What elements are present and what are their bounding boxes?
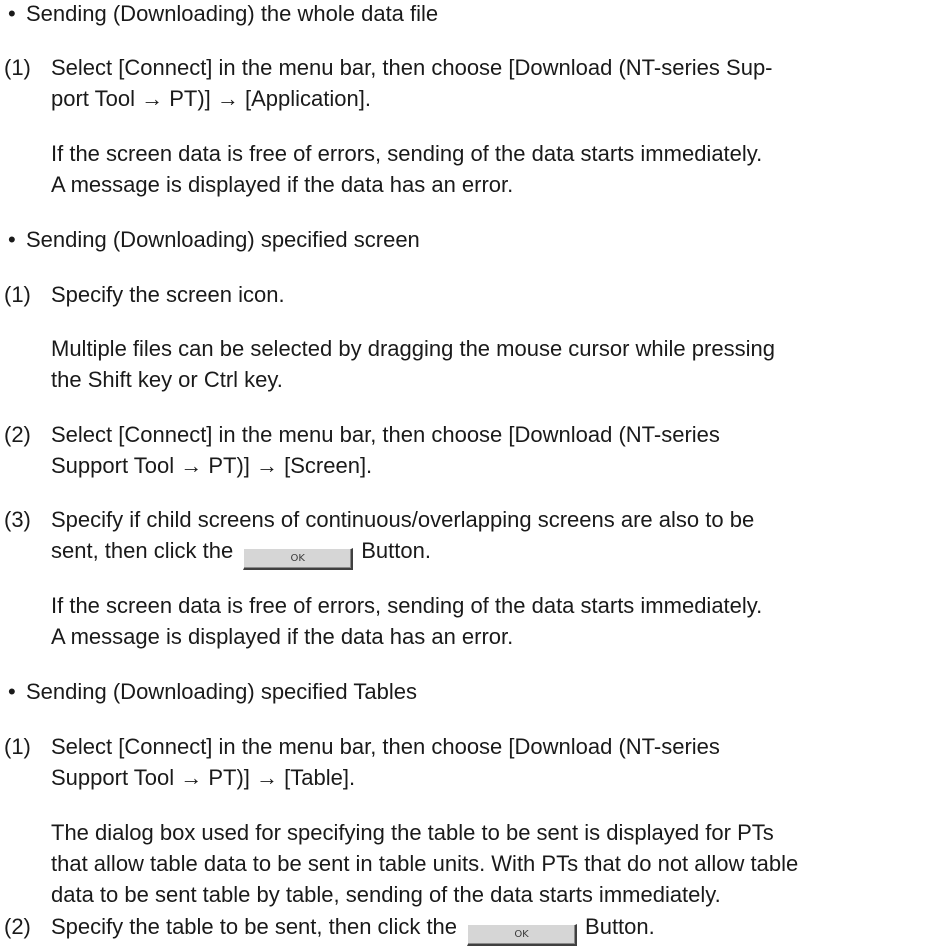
step-number: (3) [4, 507, 31, 532]
note-line: that allow table data to be sent in tabl… [51, 851, 799, 876]
note-line: A message is displayed if the data has a… [51, 172, 514, 197]
step-text-after-button: Button. [361, 538, 431, 563]
step-line-with-button: Specify the table to be sent, then click… [51, 914, 655, 946]
step-text-before-button: sent, then click the [51, 538, 234, 563]
note-line: The dialog box used for specifying the t… [51, 820, 774, 845]
step-number: (1) [4, 734, 31, 759]
step-line: Specify the screen icon. [51, 282, 285, 307]
ok-button[interactable]: OK [243, 548, 354, 570]
step-line: Support Tool → PT)] → [Table]. [51, 765, 356, 790]
note-line: data to be sent table by table, sending … [51, 882, 721, 907]
step-number: (1) [4, 55, 31, 80]
step-text-after-button: Button. [585, 914, 655, 939]
step-number: (2) [4, 422, 31, 447]
bullet-2: • [8, 227, 16, 252]
step-line: Support Tool → PT)] → [Screen]. [51, 453, 373, 478]
step-number: (2) [4, 914, 31, 939]
step-text-before-button: Specify the table to be sent, then click… [51, 914, 458, 939]
step-number: (1) [4, 282, 31, 307]
step-line-with-button: sent, then click the OK Button. [51, 538, 431, 570]
bullet-1: • [8, 1, 16, 26]
document-page: • Sending (Downloading) the whole data f… [0, 0, 938, 946]
note-line: Multiple files can be selected by draggi… [51, 336, 775, 361]
section-heading-whole-file: Sending (Downloading) the whole data fil… [26, 1, 439, 26]
section-heading-specified-tables: Sending (Downloading) specified Tables [26, 679, 417, 704]
ok-button[interactable]: OK [467, 924, 578, 946]
step-line: Select [Connect] in the menu bar, then c… [51, 55, 773, 80]
step-line: Select [Connect] in the menu bar, then c… [51, 422, 720, 447]
note-line: If the screen data is free of errors, se… [51, 141, 763, 166]
step-line: Select [Connect] in the menu bar, then c… [51, 734, 720, 759]
step-line: Specify if child screens of continuous/o… [51, 507, 755, 532]
bullet-3: • [8, 679, 16, 704]
section-heading-specified-screen: Sending (Downloading) specified screen [26, 227, 420, 252]
step-line: port Tool → PT)] → [Application]. [51, 86, 371, 111]
note-line: A message is displayed if the data has a… [51, 624, 514, 649]
note-line: the Shift key or Ctrl key. [51, 367, 283, 392]
note-line: If the screen data is free of errors, se… [51, 593, 763, 618]
